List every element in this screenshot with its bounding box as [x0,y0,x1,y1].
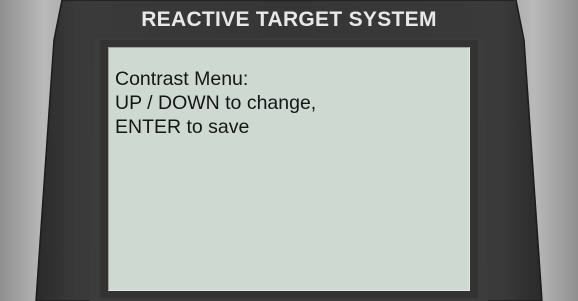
lcd-line-instruction-save: ENTER to save [115,116,250,138]
lcd-message: Contrast Menu: UP / DOWN to change, ENTE… [115,67,461,139]
device-body: REACTIVE TARGET SYSTEM Contrast Menu: UP… [0,0,578,301]
lcd-line-menu-title: Contrast Menu: [115,68,249,90]
lcd-screen: Contrast Menu: UP / DOWN to change, ENTE… [108,47,470,291]
device-title: REACTIVE TARGET SYSTEM [141,8,437,31]
lcd-line-instruction-change: UP / DOWN to change, [115,92,317,114]
